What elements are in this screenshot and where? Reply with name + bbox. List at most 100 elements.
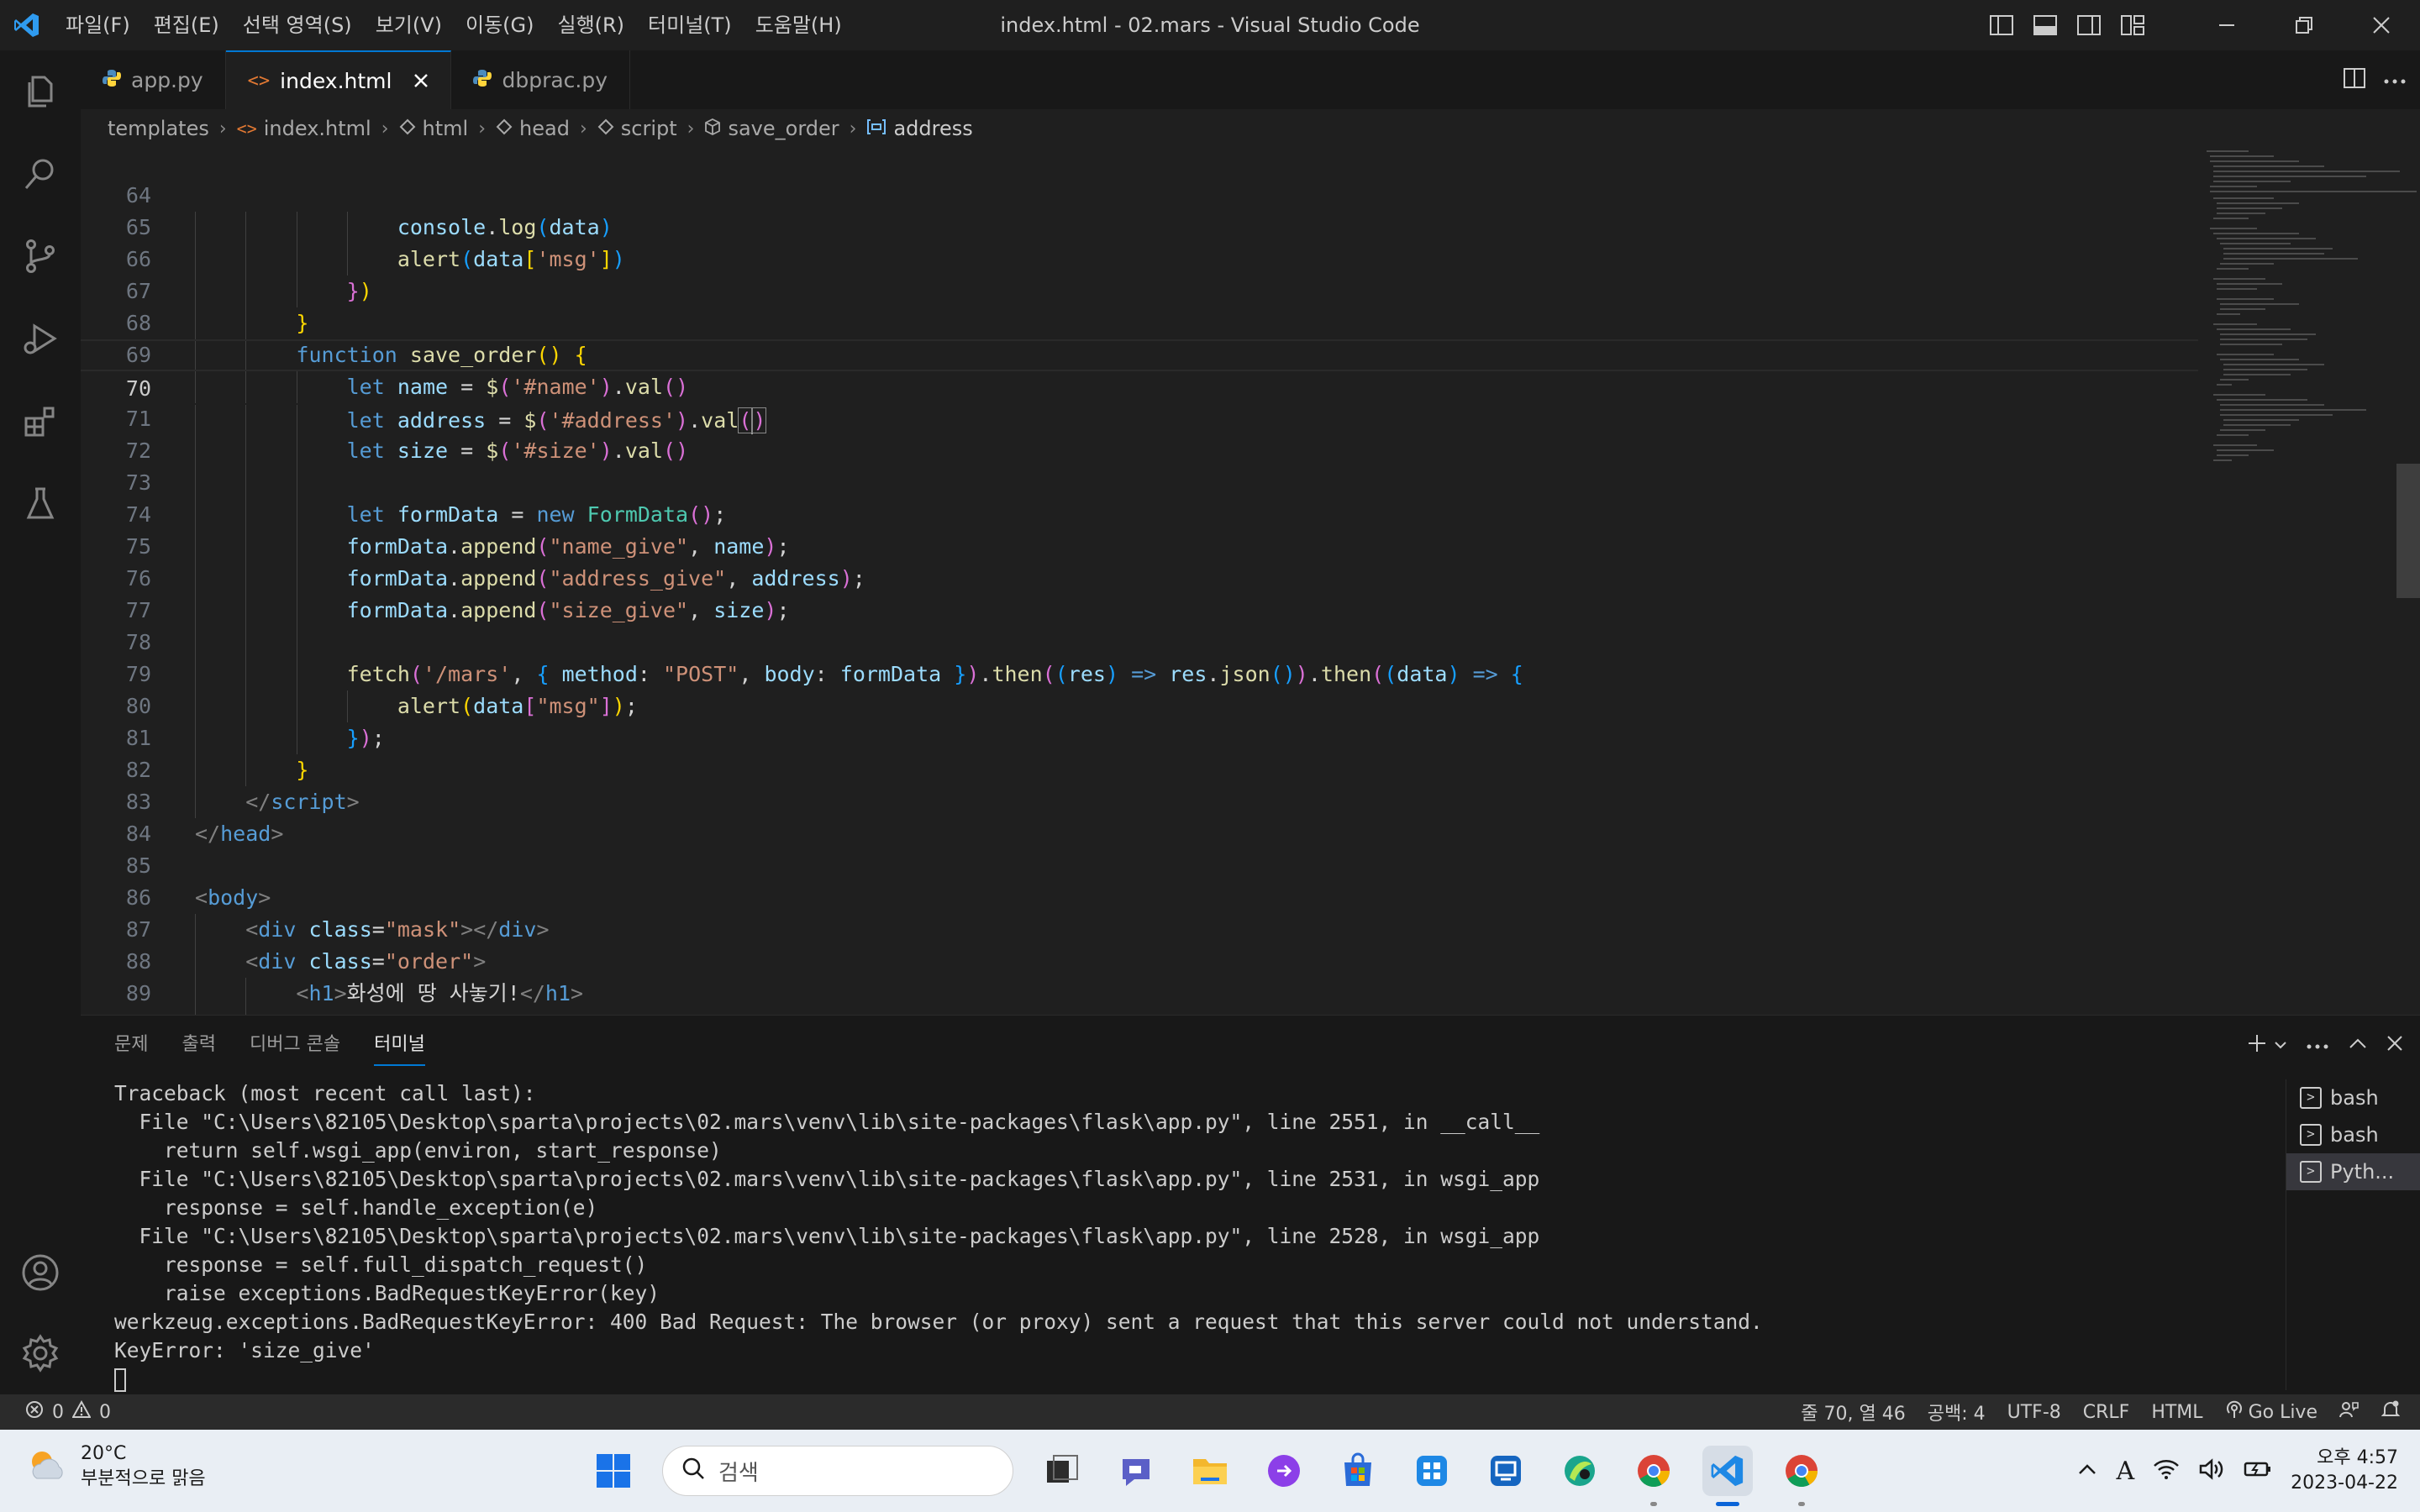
- clock[interactable]: 오후 4:57 2023-04-22: [2291, 1446, 2398, 1496]
- testing-flask-icon[interactable]: [0, 462, 81, 544]
- breadcrumb-templates[interactable]: templates: [108, 117, 209, 140]
- extensions-icon[interactable]: [0, 380, 81, 462]
- file-explorer-icon[interactable]: [1185, 1446, 1235, 1496]
- language-mode[interactable]: HTML: [2151, 1402, 2202, 1423]
- code-line: 64 console.log(data): [81, 148, 2198, 244]
- search-icon[interactable]: [0, 133, 81, 215]
- tab-index-html[interactable]: <> index.html: [225, 50, 452, 109]
- chevron-down-icon[interactable]: [2274, 1037, 2287, 1053]
- chevron-up-icon[interactable]: [2077, 1462, 2097, 1479]
- python-file-icon: [103, 68, 121, 92]
- windows-taskbar: 20°C 부분적으로 맑음 검색 A 오후 4:57 2023-04-22: [0, 1430, 2420, 1512]
- terminal-output[interactable]: Traceback (most recent call last): File …: [114, 1079, 2257, 1392]
- menu-go[interactable]: 이동(G): [454, 7, 545, 44]
- notifications-bell-icon[interactable]: [2381, 1400, 2401, 1424]
- task-view-icon[interactable]: [1037, 1446, 1087, 1496]
- weather-widget[interactable]: 20°C 부분적으로 맑음: [25, 1441, 206, 1492]
- code-line-current: 70 let address = $('#address').val(): [81, 339, 2198, 437]
- pycharm-icon[interactable]: [1555, 1446, 1605, 1496]
- app-purple-icon[interactable]: [1259, 1446, 1309, 1496]
- chevron-right-icon: ›: [218, 118, 227, 139]
- terminal-line: response = self.full_dispatch_request(): [114, 1252, 648, 1277]
- toggle-secondary-sidebar-icon[interactable]: [2067, 0, 2111, 50]
- microsoft-store-icon[interactable]: [1333, 1446, 1383, 1496]
- chat-icon[interactable]: [1111, 1446, 1161, 1496]
- menu-help[interactable]: 도움말(H): [744, 7, 854, 44]
- go-live-button[interactable]: Go Live: [2225, 1400, 2317, 1424]
- wifi-icon[interactable]: [2153, 1458, 2180, 1483]
- tab-terminal[interactable]: 터미널: [357, 1016, 442, 1074]
- terminal-instance-python[interactable]: > Pyth...: [2286, 1153, 2420, 1190]
- code-line: 89 <h3>가격: 평 당 500원</h3>: [81, 946, 2198, 1015]
- code-line: 85 <body>: [81, 818, 2198, 910]
- minimap[interactable]: [2198, 148, 2420, 1015]
- close-tab-icon[interactable]: [413, 69, 429, 93]
- minimize-icon[interactable]: [2188, 0, 2265, 50]
- breadcrumb-file[interactable]: <> index.html: [237, 117, 371, 140]
- tab-dbprac-py[interactable]: dbprac.py: [451, 50, 631, 109]
- more-actions-icon[interactable]: [2383, 72, 2407, 88]
- split-editor-icon[interactable]: [2343, 67, 2366, 92]
- remote-desktop-icon[interactable]: [1481, 1446, 1531, 1496]
- customize-layout-icon[interactable]: [2111, 0, 2154, 50]
- close-panel-icon[interactable]: [2386, 1035, 2403, 1055]
- menu-view[interactable]: 보기(V): [364, 7, 454, 44]
- tab-output[interactable]: 출력: [165, 1016, 232, 1074]
- cursor-position[interactable]: 줄 70, 열 46: [1801, 1399, 1905, 1425]
- menu-file[interactable]: 파일(F): [54, 7, 142, 44]
- date: 2023-04-22: [2291, 1473, 2398, 1494]
- taskbar-search[interactable]: 검색: [662, 1446, 1013, 1496]
- app-blue-grid-icon[interactable]: [1407, 1446, 1457, 1496]
- code-line: 65 alert(data['msg']): [81, 180, 2198, 276]
- feedback-icon[interactable]: [2339, 1400, 2360, 1424]
- accounts-icon[interactable]: [0, 1231, 81, 1314]
- tab-debug-console[interactable]: 디버그 콘솔: [233, 1016, 357, 1074]
- breadcrumb-html[interactable]: html: [399, 117, 468, 140]
- search-icon: [681, 1457, 705, 1486]
- menu-run[interactable]: 실행(R): [545, 7, 636, 44]
- terminal-line: werkzeug.exceptions.BadRequestKeyError: …: [114, 1310, 1763, 1334]
- end-of-line[interactable]: CRLF: [2083, 1402, 2130, 1423]
- terminal-icon: >: [2300, 1161, 2322, 1183]
- element-icon: [597, 117, 614, 140]
- more-actions-icon[interactable]: [2306, 1037, 2329, 1053]
- code-editor[interactable]: 64 console.log(data) 65 alert(data['msg'…: [81, 148, 2420, 1015]
- manage-gear-icon[interactable]: [0, 1312, 81, 1394]
- ime-indicator[interactable]: A: [2116, 1457, 2134, 1486]
- problems-status[interactable]: 0 0: [0, 1399, 111, 1424]
- maximize-panel-icon[interactable]: [2348, 1037, 2368, 1053]
- terminal-instance-bash-1[interactable]: > bash: [2286, 1079, 2420, 1116]
- encoding[interactable]: UTF-8: [2007, 1402, 2061, 1423]
- new-terminal-icon[interactable]: [2247, 1033, 2267, 1057]
- code-line: 82 </script>: [81, 722, 2198, 818]
- terminal-instance-bash-2[interactable]: > bash: [2286, 1116, 2420, 1153]
- vscode-taskbar-icon[interactable]: [1702, 1446, 1753, 1506]
- tab-problems[interactable]: 문제: [97, 1016, 165, 1074]
- menu-selection[interactable]: 선택 영역(S): [231, 7, 364, 44]
- run-debug-icon[interactable]: [0, 297, 81, 380]
- battery-icon[interactable]: [2244, 1460, 2272, 1482]
- breadcrumb-head[interactable]: head: [496, 117, 570, 140]
- tab-label: index.html: [280, 68, 392, 93]
- tab-label: dbprac.py: [502, 67, 608, 92]
- chrome-icon[interactable]: [1776, 1446, 1827, 1506]
- chrome-icon[interactable]: [1628, 1446, 1679, 1506]
- menu-terminal[interactable]: 터미널(T): [636, 7, 744, 44]
- volume-icon[interactable]: [2198, 1458, 2225, 1483]
- editor-scrollbar-thumb[interactable]: [2396, 464, 2420, 598]
- toggle-primary-sidebar-icon[interactable]: [1980, 0, 2023, 50]
- restore-icon[interactable]: [2265, 0, 2343, 50]
- breadcrumb-save-order[interactable]: save_order: [704, 117, 839, 140]
- source-control-icon[interactable]: [0, 215, 81, 297]
- explorer-icon[interactable]: [0, 50, 81, 133]
- close-window-icon[interactable]: [2343, 0, 2420, 50]
- indentation[interactable]: 공백: 4: [1928, 1399, 1986, 1425]
- windows-start-icon[interactable]: [588, 1446, 639, 1496]
- menu-edit[interactable]: 편집(E): [142, 7, 231, 44]
- breadcrumb-address[interactable]: address: [866, 117, 973, 140]
- chevron-right-icon: ›: [849, 118, 857, 139]
- toggle-panel-icon[interactable]: [2023, 0, 2067, 50]
- weather-condition: 부분적으로 맑음: [81, 1468, 206, 1489]
- breadcrumb-script[interactable]: script: [597, 117, 677, 140]
- tab-app-py[interactable]: app.py: [81, 50, 226, 109]
